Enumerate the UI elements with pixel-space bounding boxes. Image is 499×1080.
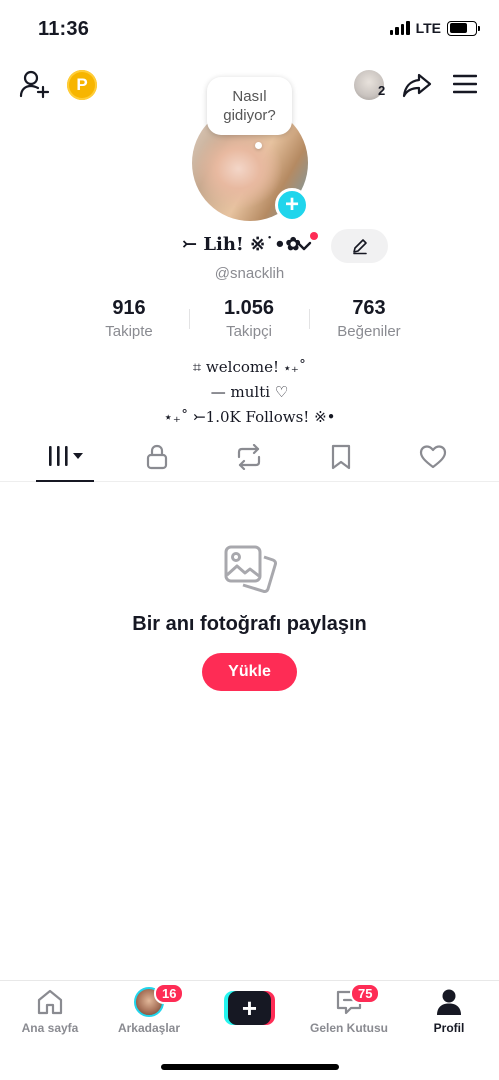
lock-icon (146, 444, 168, 470)
nav-profile-label: Profil (433, 1021, 465, 1035)
notification-dot (310, 232, 318, 240)
add-story-button[interactable]: + (275, 188, 309, 222)
inbox-badge: 75 (350, 983, 381, 1004)
bio-line: — multi ♡ (210, 383, 289, 401)
tab-reposts[interactable] (219, 438, 279, 482)
heart-icon (419, 445, 447, 469)
stat-following[interactable]: 916 Takipte (69, 297, 189, 340)
status-time: 11:36 (38, 18, 90, 40)
upload-button[interactable]: Yükle (202, 653, 297, 691)
display-name[interactable]: ⤚ Lih! ※˙•✿ (182, 234, 301, 255)
stat-likes[interactable]: 763 Beğeniler (309, 297, 429, 340)
name-row: ⤚ Lih! ※˙•✿ (0, 229, 499, 263)
nav-inbox[interactable]: 75 Gelen Kutusu (304, 983, 394, 1035)
profile-stats: 916 Takipte 1.056 Takipçi 763 Beğeniler (0, 297, 499, 343)
stat-value: 1.056 (223, 297, 275, 319)
stat-value: 763 (352, 297, 386, 319)
edit-profile-button[interactable] (331, 229, 388, 263)
network-type: LTE (415, 20, 441, 36)
stat-label: Beğeniler (337, 323, 401, 340)
home-icon (37, 989, 63, 1015)
tab-videos[interactable] (35, 438, 95, 482)
note-bubble[interactable]: Nasıl gidiyor? (207, 77, 292, 135)
bio-line: ⋆₊˚ ⤚1.0K Follows! ※• (163, 408, 336, 426)
stat-label: Takipçi (226, 323, 272, 340)
friends-badge: 16 (154, 983, 185, 1004)
nav-friends-label: Arkadaşlar (117, 1021, 181, 1035)
status-bar: 11:36 LTE (0, 0, 499, 56)
tab-favorites[interactable] (311, 438, 371, 482)
nav-friends[interactable]: 16 Arkadaşlar (104, 983, 194, 1035)
stat-label: Takipte (105, 323, 153, 340)
profile-icon (437, 989, 461, 1015)
profile-tabs (0, 438, 499, 482)
repost-icon (237, 444, 261, 470)
friends-count: 2 (378, 83, 386, 98)
tab-liked[interactable] (403, 438, 463, 482)
bookmark-icon (331, 444, 351, 470)
note-line-2: gidiyor? (223, 107, 276, 124)
menu-icon[interactable] (453, 73, 477, 95)
username: @snacklih (214, 265, 285, 282)
coin-icon[interactable]: P (67, 70, 97, 100)
nav-inbox-label: Gelen Kutusu (309, 1021, 388, 1035)
bio-line: ⌗ welcome! ⋆₊˚ (192, 358, 307, 376)
chevron-down-icon[interactable] (296, 240, 312, 252)
photo-icon (224, 545, 278, 594)
stat-value: 916 (112, 297, 146, 319)
note-line-1: Nasıl (232, 88, 267, 105)
share-icon[interactable] (402, 70, 432, 100)
plus-icon: + (228, 991, 271, 1025)
status-indicators: LTE (389, 20, 480, 36)
active-tab-indicator (36, 480, 94, 482)
add-friend-icon[interactable] (18, 68, 50, 100)
nav-home-label: Ana sayfa (21, 1021, 79, 1035)
signal-icon (389, 21, 410, 35)
home-indicator (161, 1064, 339, 1070)
pencil-icon (352, 239, 367, 255)
nav-home[interactable]: Ana sayfa (5, 987, 95, 1035)
nav-profile[interactable]: Profil (404, 987, 494, 1035)
note-bubble-tail (255, 142, 262, 149)
stat-followers[interactable]: 1.056 Takipçi (189, 297, 309, 340)
empty-state-title: Bir anı fotoğrafı paylaşın (132, 613, 367, 635)
battery-icon (447, 20, 480, 36)
grid-icon (49, 446, 83, 466)
tab-private[interactable] (127, 438, 187, 482)
create-button[interactable]: + (224, 991, 275, 1025)
profile-bio[interactable]: ⌗ welcome! ⋆₊˚ — multi ♡ ⋆₊˚ ⤚1.0K Follo… (0, 355, 499, 430)
